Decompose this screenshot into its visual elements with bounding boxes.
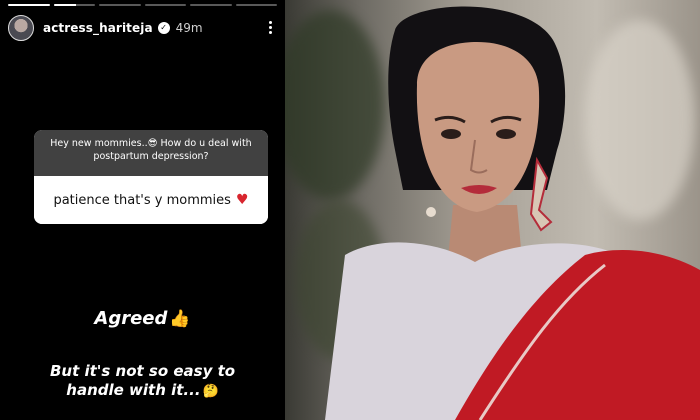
more-dot: [269, 21, 272, 24]
story-caption: But it's not so easy to handle with it..…: [0, 362, 285, 401]
eye-right: [496, 129, 516, 139]
portrait-photo: [285, 0, 700, 420]
story-header: actress_hariteja ✓ 49m: [8, 14, 277, 42]
caption-line-2: handle with it...: [66, 381, 201, 399]
question-sticker[interactable]: Hey new mommies..😎 How do u deal with po…: [34, 130, 268, 224]
answer-row: patience that's y mommies ♥: [34, 176, 268, 224]
portrait-figure: [325, 6, 700, 420]
progress-segment: [144, 4, 186, 6]
story-panel[interactable]: actress_hariteja ✓ 49m Hey new mommies..…: [0, 0, 285, 420]
post-time: 49m: [175, 21, 203, 35]
progress-segment: [53, 4, 95, 6]
agreed-caption: Agreed 👍: [0, 308, 285, 329]
progress-segment: [190, 4, 232, 6]
avatar[interactable]: [8, 15, 34, 41]
thinking-face-icon: 🤔: [202, 384, 219, 399]
username-link[interactable]: actress_hariteja: [43, 21, 153, 35]
progress-segment: [99, 4, 141, 6]
progress-segment: [8, 4, 50, 6]
more-dot: [269, 26, 272, 29]
more-dot: [269, 31, 272, 34]
story-progress-bar: [8, 4, 277, 6]
eye-left: [441, 129, 461, 139]
question-text: Hey new mommies..😎 How do u deal with po…: [34, 130, 268, 176]
progress-segment: [235, 4, 277, 6]
more-vertical-icon[interactable]: [263, 20, 277, 36]
caption-line-2-wrap: handle with it... 🤔: [0, 381, 285, 401]
earring-left: [426, 207, 436, 217]
caption-line-1: But it's not so easy to: [49, 362, 236, 380]
progress-segment-fill: [53, 4, 77, 6]
progress-segment-fill: [8, 4, 50, 6]
heart-icon: ♥: [235, 192, 249, 208]
answer-text: patience that's y mommies: [53, 192, 231, 208]
agreed-text: Agreed: [94, 308, 168, 329]
thumbs-up-icon: 👍: [169, 309, 191, 329]
verified-badge-icon: ✓: [157, 22, 170, 34]
